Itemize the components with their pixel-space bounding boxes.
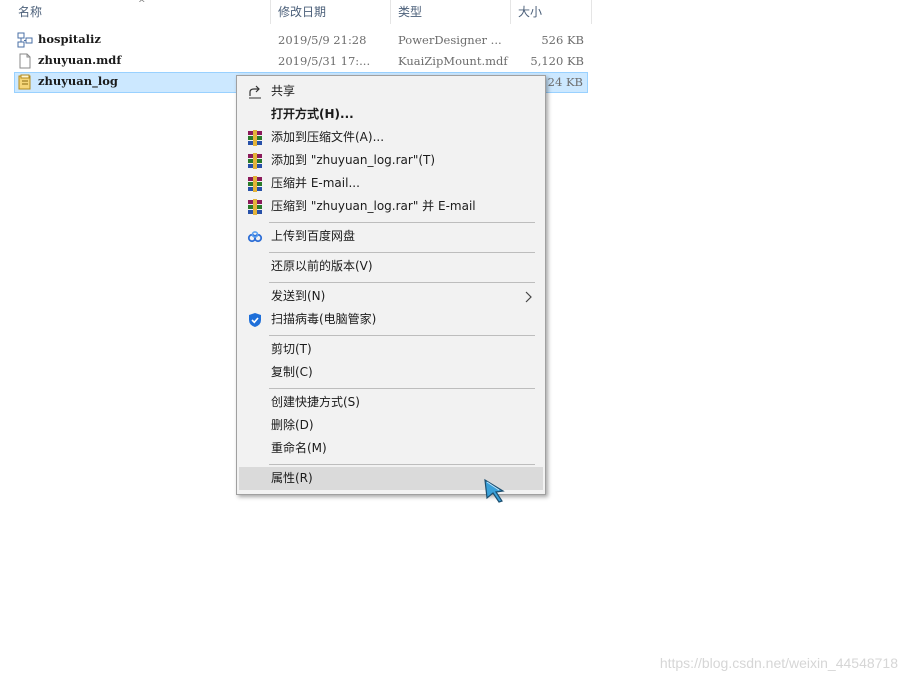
menu-item-compress-email[interactable]: 压缩并 E-mail... bbox=[239, 172, 543, 195]
menu-item-delete[interactable]: 删除(D) bbox=[239, 414, 543, 437]
file-size: 24 KB bbox=[547, 75, 583, 89]
column-divider[interactable] bbox=[510, 0, 511, 24]
context-menu: 共享 打开方式(H)... 添加到压缩文件(A)... 添加到 "zhuyuan… bbox=[236, 75, 546, 495]
powerdesigner-file-icon bbox=[17, 32, 33, 48]
menu-label: 添加到 "zhuyuan_log.rar"(T) bbox=[271, 153, 436, 167]
menu-label: 共享 bbox=[271, 84, 296, 98]
menu-item-scan-virus[interactable]: 扫描病毒(电脑管家) bbox=[239, 308, 543, 331]
menu-separator bbox=[269, 282, 535, 283]
baidu-cloud-icon bbox=[247, 231, 263, 243]
file-size: 526 KB bbox=[541, 33, 584, 47]
winrar-icon bbox=[247, 199, 263, 215]
blank-file-icon bbox=[19, 53, 31, 69]
winrar-icon bbox=[247, 130, 263, 146]
shield-icon bbox=[249, 313, 261, 327]
file-type: KuaiZipMount.mdf bbox=[398, 54, 508, 68]
file-size: 5,120 KB bbox=[530, 54, 584, 68]
menu-label: 打开方式(H)... bbox=[271, 107, 354, 121]
menu-item-restore-versions[interactable]: 还原以前的版本(V) bbox=[239, 255, 543, 278]
mouse-cursor-icon bbox=[484, 478, 505, 503]
menu-item-compress-rar-email[interactable]: 压缩到 "zhuyuan_log.rar" 并 E-mail bbox=[239, 195, 543, 218]
menu-label: 添加到压缩文件(A)... bbox=[271, 130, 385, 144]
menu-label: 重命名(M) bbox=[271, 441, 327, 455]
menu-item-upload-baidu[interactable]: 上传到百度网盘 bbox=[239, 225, 543, 248]
menu-separator bbox=[269, 388, 535, 389]
menu-label: 创建快捷方式(S) bbox=[271, 395, 360, 409]
menu-item-copy[interactable]: 复制(C) bbox=[239, 361, 543, 384]
database-file-icon bbox=[18, 74, 31, 90]
watermark-text: https://blog.csdn.net/weixin_44548718 bbox=[659, 655, 898, 671]
chevron-right-icon bbox=[525, 291, 532, 303]
column-header: 名称 ^ 修改日期 类型 大小 bbox=[0, 0, 592, 24]
menu-separator bbox=[269, 252, 535, 253]
menu-label: 压缩到 "zhuyuan_log.rar" 并 E-mail bbox=[271, 199, 476, 213]
winrar-icon bbox=[247, 153, 263, 169]
column-divider[interactable] bbox=[591, 0, 592, 24]
share-icon bbox=[249, 85, 261, 99]
menu-item-rename[interactable]: 重命名(M) bbox=[239, 437, 543, 460]
menu-label: 还原以前的版本(V) bbox=[271, 259, 373, 273]
column-type-header[interactable]: 类型 bbox=[392, 0, 510, 24]
menu-label: 扫描病毒(电脑管家) bbox=[271, 312, 377, 326]
menu-item-open-with[interactable]: 打开方式(H)... bbox=[239, 103, 543, 126]
winrar-icon bbox=[247, 176, 263, 192]
menu-label: 复制(C) bbox=[271, 365, 313, 379]
column-date-header[interactable]: 修改日期 bbox=[272, 0, 390, 24]
menu-label: 发送到(N) bbox=[271, 289, 326, 303]
menu-item-create-shortcut[interactable]: 创建快捷方式(S) bbox=[239, 391, 543, 414]
menu-separator bbox=[269, 464, 535, 465]
menu-label: 剪切(T) bbox=[271, 342, 312, 356]
menu-separator bbox=[269, 335, 535, 336]
menu-item-add-to-rar[interactable]: 添加到 "zhuyuan_log.rar"(T) bbox=[239, 149, 543, 172]
column-size-header[interactable]: 大小 bbox=[512, 0, 592, 24]
file-name: zhuyuan.mdf bbox=[38, 53, 122, 67]
column-divider[interactable] bbox=[270, 0, 271, 24]
menu-item-share[interactable]: 共享 bbox=[239, 80, 543, 103]
file-date: 2019/5/31 17:... bbox=[278, 54, 371, 68]
column-divider[interactable] bbox=[390, 0, 391, 24]
file-name: zhuyuan_log bbox=[38, 74, 118, 88]
sort-ascending-icon: ^ bbox=[138, 0, 146, 9]
file-name: hospitaliz bbox=[38, 32, 101, 46]
menu-item-send-to[interactable]: 发送到(N) bbox=[239, 285, 543, 308]
menu-label: 上传到百度网盘 bbox=[271, 229, 356, 243]
file-row[interactable]: hospitaliz 2019/5/9 21:28 PowerDesigner … bbox=[14, 30, 588, 51]
file-type: PowerDesigner ... bbox=[398, 33, 502, 47]
menu-item-cut[interactable]: 剪切(T) bbox=[239, 338, 543, 361]
menu-label: 压缩并 E-mail... bbox=[271, 176, 360, 190]
menu-item-add-to-archive[interactable]: 添加到压缩文件(A)... bbox=[239, 126, 543, 149]
file-date: 2019/5/9 21:28 bbox=[278, 33, 367, 47]
file-row[interactable]: zhuyuan.mdf 2019/5/31 17:... KuaiZipMoun… bbox=[14, 51, 588, 72]
menu-label: 删除(D) bbox=[271, 418, 314, 432]
menu-label: 属性(R) bbox=[271, 471, 313, 485]
menu-separator bbox=[269, 222, 535, 223]
